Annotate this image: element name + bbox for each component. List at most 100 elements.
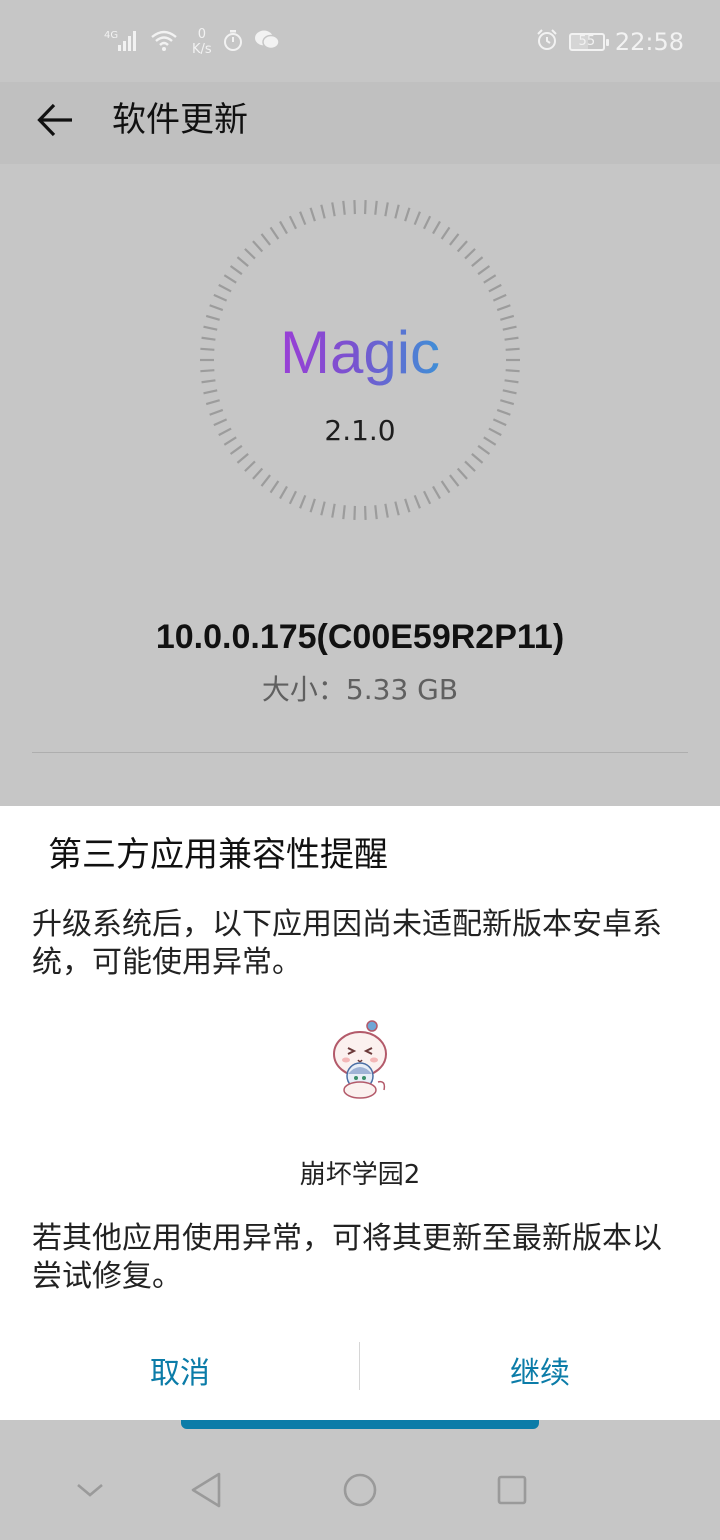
dial-tick	[218, 283, 232, 293]
update-button-edge	[181, 1420, 539, 1429]
dial-tick	[260, 233, 271, 246]
dial-tick	[404, 207, 411, 222]
net-speed-unit: K/s	[192, 42, 212, 57]
dial-tick	[331, 202, 336, 217]
page-title: 软件更新	[112, 100, 248, 140]
dial-tick	[229, 265, 243, 276]
wechat-icon	[254, 29, 280, 55]
dial-tick	[477, 265, 491, 276]
magic-logo: Magic	[0, 318, 720, 388]
dial-tick	[500, 399, 515, 406]
dial-tick	[342, 505, 346, 520]
wifi-icon	[150, 28, 178, 56]
dialog-title: 第三方应用兼容性提醒	[48, 835, 388, 875]
dial-tick	[432, 220, 441, 235]
continue-button[interactable]: 继续	[360, 1340, 720, 1400]
dial-tick	[432, 485, 441, 500]
recents-square-icon	[496, 1474, 528, 1510]
cancel-button[interactable]: 取消	[0, 1340, 360, 1400]
magic-wordmark: Magic	[279, 319, 441, 386]
net-speed-value: 0	[197, 27, 206, 42]
dial-tick	[288, 215, 297, 230]
dial-tick	[205, 399, 220, 406]
dial-tick	[279, 485, 288, 500]
dial-tick	[260, 474, 271, 487]
signal-icon: 4G	[104, 27, 140, 57]
dial-tick	[384, 503, 389, 518]
dial-tick	[413, 494, 421, 509]
navigation-bar	[0, 1440, 720, 1540]
battery-level: 55	[578, 34, 596, 49]
compatibility-dialog: 第三方应用兼容性提醒 升级系统后，以下应用因尚未适配新版本安卓系统，可能使用异常…	[0, 806, 720, 1420]
dial-tick	[488, 283, 502, 293]
dial-tick	[464, 460, 476, 472]
dial-tick	[477, 444, 491, 455]
dial-tick	[449, 233, 460, 246]
dial-tick	[320, 501, 326, 516]
dial-tick	[309, 207, 316, 222]
update-version: 10.0.0.175(C00E59R2P11)	[155, 618, 565, 656]
dial-tick	[456, 240, 468, 253]
dial-tick	[483, 274, 497, 284]
dial-tick	[299, 211, 307, 226]
dial-tick	[203, 389, 218, 395]
dial-tick	[394, 204, 400, 219]
dial-tick	[252, 467, 264, 480]
back-arrow-icon	[36, 100, 76, 144]
dial-tick	[496, 304, 511, 312]
dial-tick	[213, 293, 228, 302]
dial-tick	[252, 240, 264, 253]
dial-tick	[209, 304, 224, 312]
net-speed: 0 K/s	[192, 27, 212, 57]
incompatible-app-item: 崩坏学园2	[260, 1020, 460, 1190]
svg-text:4G: 4G	[104, 30, 118, 41]
dial-tick	[440, 480, 451, 494]
home-circle-icon	[342, 1472, 378, 1512]
back-button[interactable]	[28, 94, 84, 150]
dial-tick	[413, 211, 421, 226]
dialog-message: 升级系统后，以下应用因尚未适配新版本安卓系统，可能使用异常。	[32, 907, 662, 980]
dial-tick	[502, 389, 517, 395]
dial-tick	[374, 505, 378, 520]
dial-tick	[320, 204, 326, 219]
dial-tick	[404, 498, 411, 513]
dial-tick	[464, 248, 476, 260]
dial-tick	[471, 256, 484, 267]
app-header: 软件更新	[0, 82, 720, 164]
dial-tick	[299, 494, 307, 509]
divider	[32, 752, 688, 753]
nav-home-button[interactable]	[338, 1470, 382, 1514]
dial-tick	[269, 226, 280, 240]
nav-hide-button[interactable]	[68, 1470, 112, 1514]
app-name: 崩坏学园2	[299, 1160, 421, 1190]
dial-tick	[279, 220, 288, 235]
dialog-note: 若其他应用使用异常，可将其更新至最新版本以尝试修复。	[32, 1221, 662, 1294]
dial-tick	[244, 460, 256, 472]
dial-tick	[423, 215, 432, 230]
dial-tick	[236, 453, 249, 464]
dial-tick	[342, 200, 346, 215]
dial-tick	[456, 467, 468, 480]
dial-tick	[288, 490, 297, 505]
dial-tick	[236, 256, 249, 267]
dial-tick	[471, 453, 484, 464]
dial-tick	[244, 248, 256, 260]
dial-tick	[394, 501, 400, 516]
status-right: 55 22:58	[535, 24, 684, 60]
dial-tick	[423, 490, 432, 505]
chevron-down-icon	[75, 1480, 105, 1504]
nav-recents-button[interactable]	[490, 1470, 534, 1514]
dial-tick	[309, 498, 316, 513]
status-left: 4G 0 K/s	[104, 24, 280, 60]
battery-icon: 55	[568, 33, 609, 51]
dial-tick	[269, 480, 280, 494]
dial-tick	[384, 202, 389, 217]
update-size: 大小：5.33 GB	[261, 673, 459, 706]
dial-tick	[449, 474, 460, 487]
back-triangle-icon	[189, 1471, 223, 1513]
nav-back-button[interactable]	[184, 1470, 228, 1514]
dial-tick	[374, 200, 378, 215]
stopwatch-icon	[222, 28, 244, 56]
dial-tick	[331, 503, 336, 518]
status-bar: 4G 0 K/s 55 22:58	[0, 0, 720, 82]
